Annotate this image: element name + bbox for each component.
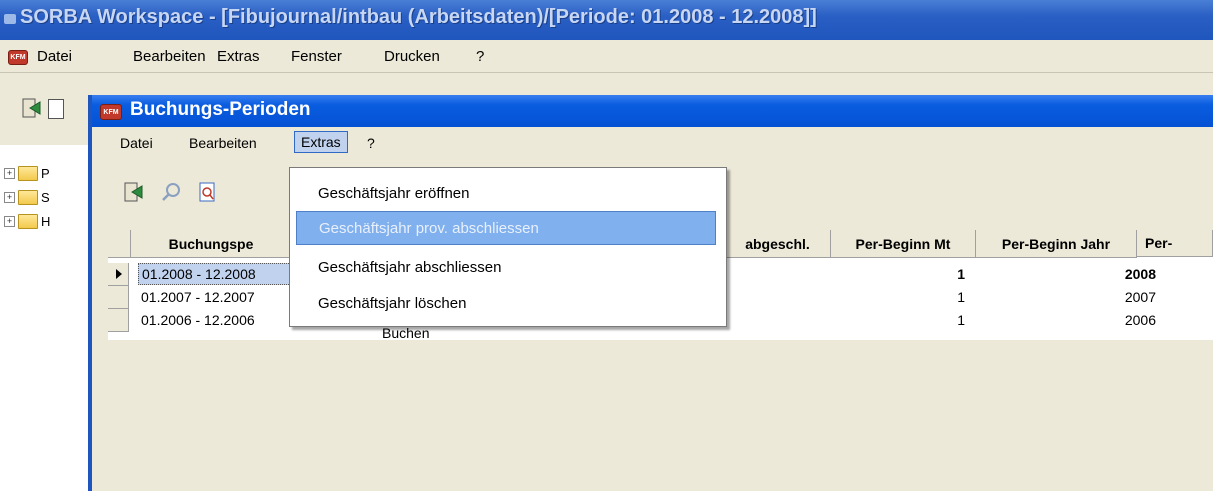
table-corner: [108, 230, 131, 258]
row-selector[interactable]: [108, 286, 129, 309]
new-document-icon[interactable]: [48, 99, 64, 119]
table-row-beginn-mt[interactable]: 1: [831, 286, 965, 308]
expand-icon[interactable]: +: [4, 167, 15, 179]
outer-menubar: KFM Datei Bearbeiten Extras Fenster Druc…: [0, 40, 1213, 73]
table-row-beginn-mt[interactable]: 1: [831, 309, 965, 331]
app-icon: [4, 14, 16, 24]
tree-item-label: H: [41, 213, 51, 229]
column-header-per-beginn-mt[interactable]: Per-Beginn Mt: [831, 230, 976, 258]
inner-menu-bearbeiten[interactable]: Bearbeiten: [183, 133, 263, 153]
inner-menu-extras[interactable]: Extras: [294, 131, 348, 153]
outer-tree: + P + S + H: [0, 145, 93, 491]
inner-menubar: Datei Bearbeiten Extras ?: [92, 127, 1213, 155]
outer-menu-fenster[interactable]: Fenster: [291, 48, 342, 65]
current-row-icon: [116, 269, 122, 279]
inner-menu-help[interactable]: ?: [361, 133, 381, 153]
outer-menu-drucken[interactable]: Drucken: [384, 48, 440, 65]
table-row-beginn-jahr[interactable]: 2007: [976, 286, 1156, 308]
outer-title-bar: SORBA Workspace - [Fibujournal/intbau (A…: [0, 0, 1213, 40]
menu-item-geschaeftsjahr-prov-abschliessen[interactable]: Geschäftsjahr prov. abschliessen: [296, 211, 716, 245]
row-selector[interactable]: [108, 309, 129, 332]
outer-menu-bearbeiten[interactable]: Bearbeiten: [133, 48, 206, 65]
document-search-icon[interactable]: [196, 181, 218, 203]
column-header-per-beginn-jahr[interactable]: Per-Beginn Jahr: [976, 230, 1137, 258]
exit-icon[interactable]: [20, 97, 42, 119]
inner-window-title: Buchungs-Perioden: [130, 99, 311, 120]
column-header-abgeschl[interactable]: abgeschl.: [725, 230, 831, 258]
expand-icon[interactable]: +: [4, 215, 15, 227]
inner-menu-datei[interactable]: Datei: [114, 133, 159, 153]
outer-menu-datei[interactable]: Datei: [37, 48, 72, 65]
table-row-beginn-jahr[interactable]: 2008: [976, 263, 1156, 285]
tree-item[interactable]: + P: [4, 163, 50, 183]
outer-menu-help[interactable]: ?: [476, 48, 484, 65]
tree-item-label: S: [41, 189, 50, 205]
table-row-period[interactable]: 01.2008 - 12.2008: [138, 263, 291, 285]
kfm-icon: KFM: [8, 50, 28, 65]
table-row-period[interactable]: 01.2006 - 12.2006: [141, 309, 291, 331]
folder-icon: [18, 165, 38, 181]
column-header-per[interactable]: Per-: [1137, 230, 1213, 257]
table-row-period[interactable]: 01.2007 - 12.2007: [141, 286, 291, 308]
menu-item-geschaeftsjahr-loeschen[interactable]: Geschäftsjahr löschen: [296, 288, 716, 318]
kfm-icon: KFM: [100, 104, 122, 120]
tree-item[interactable]: + H: [4, 211, 50, 231]
folder-icon: [18, 213, 38, 229]
folder-icon: [18, 189, 38, 205]
extras-dropdown-menu: Geschäftsjahr eröffnen Geschäftsjahr pro…: [289, 167, 727, 327]
inner-title-bar: KFM Buchungs-Perioden: [92, 95, 1213, 127]
menu-item-geschaeftsjahr-eroeffnen[interactable]: Geschäftsjahr eröffnen: [296, 178, 716, 208]
row-selector[interactable]: [108, 263, 129, 286]
menu-item-geschaeftsjahr-abschliessen[interactable]: Geschäftsjahr abschliessen: [296, 252, 716, 282]
table-row-beginn-jahr[interactable]: 2006: [976, 309, 1156, 331]
expand-icon[interactable]: +: [4, 191, 15, 203]
tree-item-label: P: [41, 165, 50, 181]
outer-window-title: SORBA Workspace - [Fibujournal/intbau (A…: [20, 6, 817, 28]
table-row-beginn-mt[interactable]: 1: [831, 263, 965, 285]
search-icon[interactable]: [160, 181, 182, 203]
exit-icon[interactable]: [122, 181, 144, 203]
outer-menu-extras[interactable]: Extras: [217, 48, 260, 65]
tree-item[interactable]: + S: [4, 187, 50, 207]
column-header-buchungsperiode[interactable]: Buchungspe: [131, 230, 292, 258]
